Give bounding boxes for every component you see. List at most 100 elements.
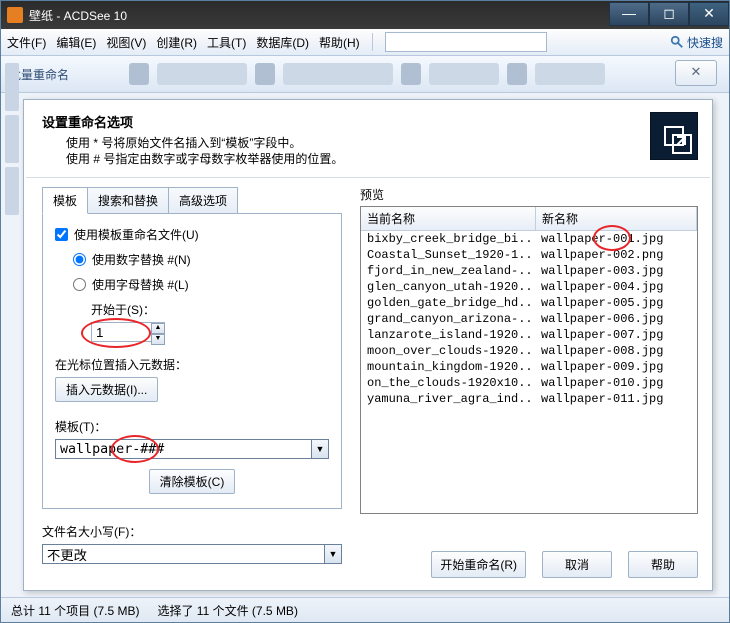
menu-database[interactable]: 数据库(D)	[256, 34, 309, 51]
template-panel: 使用模板重命名文件(U) 使用数字替换 #(N) 使用字母替换 #(L) 开始于…	[42, 213, 342, 509]
cell-current: Coastal_Sunset_1920-1...	[361, 248, 535, 262]
col-new-name[interactable]: 新名称	[536, 207, 697, 230]
table-row[interactable]: bixby_creek_bridge_bi...wallpaper-001.jp…	[361, 231, 697, 247]
case-dropdown[interactable]: ▼	[325, 544, 342, 564]
use-number-label: 使用数字替换 #(N)	[92, 251, 191, 268]
cell-current: grand_canyon_arizona-...	[361, 312, 535, 326]
tab-template[interactable]: 模板	[42, 187, 88, 214]
menu-tools[interactable]: 工具(T)	[207, 34, 246, 51]
preview-list[interactable]: 当前名称 新名称 bixby_creek_bridge_bi...wallpap…	[360, 206, 698, 514]
cell-new: wallpaper-007.jpg	[535, 328, 697, 342]
table-row[interactable]: on_the_clouds-1920x10...wallpaper-010.jp…	[361, 375, 697, 391]
insert-meta-label: 在光标位置插入元数据：	[55, 356, 329, 373]
titlebar: 壁纸 - ACDSee 10 — ◻ ✕	[1, 1, 729, 29]
table-row[interactable]: golden_gate_bridge_hd...wallpaper-005.jp…	[361, 295, 697, 311]
cell-new: wallpaper-008.jpg	[535, 344, 697, 358]
start-at-spinner[interactable]: ▲▼	[151, 323, 165, 345]
dialog-title: 设置重命名选项	[42, 112, 343, 131]
template-dropdown[interactable]: ▼	[312, 439, 329, 459]
maximize-button[interactable]: ◻	[649, 2, 689, 26]
toolbar-blur-2	[283, 63, 393, 85]
dialog-close-button[interactable]: ✕	[675, 60, 717, 86]
left-dock-blur	[5, 63, 19, 363]
statusbar: 总计 11 个项目 (7.5 MB) 选择了 11 个文件 (7.5 MB)	[1, 597, 729, 622]
menu-view[interactable]: 视图(V)	[106, 34, 146, 51]
batch-rename-dialog: 设置重命名选项 使用 * 号将原始文件名插入到“模板”字段中。 使用 # 号指定…	[23, 99, 713, 591]
cell-current: mountain_kingdom-1920...	[361, 360, 535, 374]
cell-current: glen_canyon_utah-1920...	[361, 280, 535, 294]
cell-current: moon_over_clouds-1920...	[361, 344, 535, 358]
quick-search[interactable]: 快速搜	[670, 34, 723, 51]
filename-case-select[interactable]	[42, 544, 325, 564]
cell-current: on_the_clouds-1920x10...	[361, 376, 535, 390]
cancel-button[interactable]: 取消	[542, 551, 612, 578]
window-title: 壁纸 - ACDSee 10	[29, 7, 609, 24]
use-letter-radio[interactable]: 使用字母替换 #(L)	[73, 276, 329, 293]
clear-template-button[interactable]: 清除模板(C)	[149, 469, 236, 494]
table-row[interactable]: Coastal_Sunset_1920-1...wallpaper-002.pn…	[361, 247, 697, 263]
preview-list-header: 当前名称 新名称	[361, 207, 697, 231]
tab-advanced[interactable]: 高级选项	[168, 187, 238, 214]
table-row[interactable]: fjord_in_new_zealand-...wallpaper-003.jp…	[361, 263, 697, 279]
cell-new: wallpaper-003.jpg	[535, 264, 697, 278]
table-row[interactable]: glen_canyon_utah-1920...wallpaper-004.jp…	[361, 279, 697, 295]
menu-edit[interactable]: 编辑(E)	[56, 34, 96, 51]
use-number-input[interactable]	[73, 253, 86, 266]
cell-new: wallpaper-005.jpg	[535, 296, 697, 310]
insert-metadata-button[interactable]: 插入元数据(I)...	[55, 377, 158, 402]
status-total: 总计 11 个项目 (7.5 MB)	[11, 602, 139, 619]
use-template-checkbox[interactable]: 使用模板重命名文件(U)	[55, 226, 329, 243]
close-button[interactable]: ✕	[689, 2, 729, 26]
cell-current: yamuna_river_agra_ind...	[361, 392, 535, 406]
cell-current: lanzarote_island-1920...	[361, 328, 535, 342]
option-tabs: 模板 搜索和替换 高级选项	[42, 186, 342, 213]
cell-new: wallpaper-011.jpg	[535, 392, 697, 406]
menu-create[interactable]: 创建(R)	[156, 34, 197, 51]
cell-new: wallpaper-002.png	[535, 248, 697, 262]
menubar: 文件(F) 编辑(E) 视图(V) 创建(R) 工具(T) 数据库(D) 帮助(…	[1, 29, 729, 56]
rename-icon	[650, 112, 698, 160]
use-letter-input[interactable]	[73, 278, 86, 291]
menu-separator	[372, 33, 373, 51]
use-number-radio[interactable]: 使用数字替换 #(N)	[73, 251, 329, 268]
use-letter-label: 使用字母替换 #(L)	[92, 276, 189, 293]
toolbar-blur-1	[157, 63, 247, 85]
start-rename-button[interactable]: 开始重命名(R)	[431, 551, 526, 578]
help-button[interactable]: 帮助	[628, 551, 698, 578]
search-icon	[670, 35, 684, 49]
filename-case-label: 文件名大小写(F)：	[42, 523, 342, 540]
app-window: 壁纸 - ACDSee 10 — ◻ ✕ 文件(F) 编辑(E) 视图(V) 创…	[0, 0, 730, 623]
mode-toolbar: 批量重命名 ✕	[1, 56, 729, 93]
preview-label: 预览	[360, 186, 698, 206]
cell-new: wallpaper-001.jpg	[535, 232, 697, 246]
minimize-button[interactable]: —	[609, 2, 649, 26]
cell-current: bixby_creek_bridge_bi...	[361, 232, 535, 246]
cell-current: golden_gate_bridge_hd...	[361, 296, 535, 310]
menu-file[interactable]: 文件(F)	[7, 34, 46, 51]
cell-new: wallpaper-004.jpg	[535, 280, 697, 294]
template-input[interactable]	[55, 439, 312, 459]
table-row[interactable]: grand_canyon_arizona-...wallpaper-006.jp…	[361, 311, 697, 327]
cell-new: wallpaper-009.jpg	[535, 360, 697, 374]
quick-search-label: 快速搜	[687, 34, 723, 51]
status-selected: 选择了 11 个文件 (7.5 MB)	[157, 602, 297, 619]
menu-help[interactable]: 帮助(H)	[319, 34, 360, 51]
use-template-label: 使用模板重命名文件(U)	[74, 226, 199, 243]
template-field-label: 模板(T)：	[55, 418, 329, 435]
use-template-check[interactable]	[55, 228, 68, 241]
start-at-label: 开始于(S)：	[91, 301, 155, 318]
dialog-hint-2: 使用 # 号指定由数字或字母数字枚举器使用的位置。	[66, 151, 343, 167]
table-row[interactable]: yamuna_river_agra_ind...wallpaper-011.jp…	[361, 391, 697, 407]
menu-search-combo[interactable]	[385, 32, 547, 52]
toolbar-blur-icon	[255, 63, 275, 85]
table-row[interactable]: mountain_kingdom-1920...wallpaper-009.jp…	[361, 359, 697, 375]
app-icon	[7, 7, 23, 23]
toolbar-blur-4	[535, 63, 605, 85]
toolbar-blur-3	[429, 63, 499, 85]
table-row[interactable]: moon_over_clouds-1920...wallpaper-008.jp…	[361, 343, 697, 359]
col-current-name[interactable]: 当前名称	[361, 207, 536, 230]
table-row[interactable]: lanzarote_island-1920...wallpaper-007.jp…	[361, 327, 697, 343]
tab-search-replace[interactable]: 搜索和替换	[87, 187, 169, 214]
cell-new: wallpaper-010.jpg	[535, 376, 697, 390]
dialog-hint-1: 使用 * 号将原始文件名插入到“模板”字段中。	[66, 135, 343, 151]
